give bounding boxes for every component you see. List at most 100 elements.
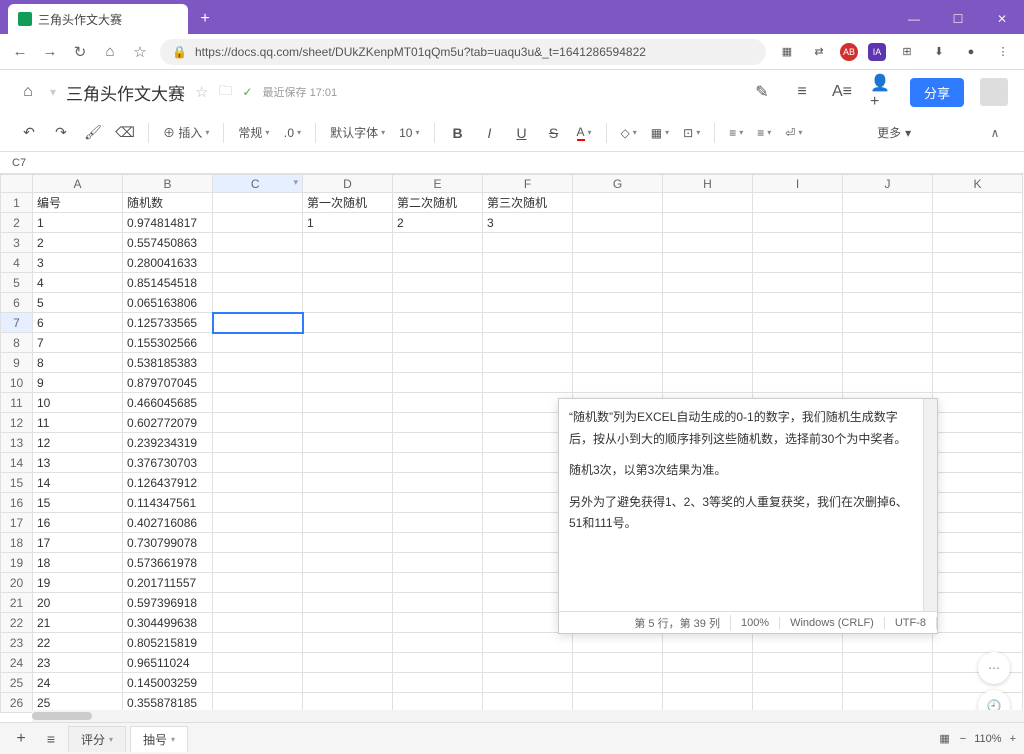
cell-F3[interactable]: [483, 233, 573, 253]
cell-E9[interactable]: [393, 353, 483, 373]
cell-C13[interactable]: [213, 433, 303, 453]
column-header-F[interactable]: F: [483, 175, 573, 193]
cell-D11[interactable]: [303, 393, 393, 413]
cell-K1[interactable]: [933, 193, 1023, 213]
cell-J6[interactable]: [843, 293, 933, 313]
cell-C15[interactable]: [213, 473, 303, 493]
extension-ab-icon[interactable]: AB: [840, 43, 858, 61]
cell-A8[interactable]: 7: [33, 333, 123, 353]
row-header[interactable]: 25: [1, 673, 33, 693]
row-header[interactable]: 8: [1, 333, 33, 353]
zoom-value[interactable]: 110%: [974, 733, 1001, 745]
cell-G1[interactable]: [573, 193, 663, 213]
cell-G6[interactable]: [573, 293, 663, 313]
cell-D2[interactable]: 1: [303, 213, 393, 233]
cell-F6[interactable]: [483, 293, 573, 313]
cell-K25[interactable]: [933, 673, 1023, 693]
cell-H7[interactable]: [663, 313, 753, 333]
cell-F5[interactable]: [483, 273, 573, 293]
cell-D17[interactable]: [303, 513, 393, 533]
apps-grid-icon[interactable]: ⊞: [896, 41, 918, 63]
cell-D13[interactable]: [303, 433, 393, 453]
cell-F8[interactable]: [483, 333, 573, 353]
wrap-dropdown[interactable]: ⏎▾: [781, 126, 806, 140]
cell-E24[interactable]: [393, 653, 483, 673]
cell-B25[interactable]: 0.145003259: [123, 673, 213, 693]
back-button[interactable]: ←: [10, 42, 30, 62]
row-header[interactable]: 2: [1, 213, 33, 233]
cell-G8[interactable]: [573, 333, 663, 353]
cell-K23[interactable]: [933, 633, 1023, 653]
cell-H24[interactable]: [663, 653, 753, 673]
cell-D5[interactable]: [303, 273, 393, 293]
cell-J23[interactable]: [843, 633, 933, 653]
cell-A19[interactable]: 18: [33, 553, 123, 573]
cell-E2[interactable]: 2: [393, 213, 483, 233]
cell-E25[interactable]: [393, 673, 483, 693]
cell-C5[interactable]: [213, 273, 303, 293]
cell-I7[interactable]: [753, 313, 843, 333]
cell-I25[interactable]: [753, 673, 843, 693]
cell-K9[interactable]: [933, 353, 1023, 373]
cell-C20[interactable]: [213, 573, 303, 593]
cell-I5[interactable]: [753, 273, 843, 293]
cell-I10[interactable]: [753, 373, 843, 393]
cell-E16[interactable]: [393, 493, 483, 513]
bookmark-button[interactable]: ☆: [130, 42, 150, 62]
column-header-B[interactable]: B: [123, 175, 213, 193]
qr-icon[interactable]: ▦: [776, 41, 798, 63]
cell-K4[interactable]: [933, 253, 1023, 273]
cell-H4[interactable]: [663, 253, 753, 273]
column-header-H[interactable]: H: [663, 175, 753, 193]
cell-J7[interactable]: [843, 313, 933, 333]
sheet-tab-chouhao[interactable]: 抽号▾: [130, 726, 188, 752]
cell-D3[interactable]: [303, 233, 393, 253]
cell-B17[interactable]: 0.402716086: [123, 513, 213, 533]
cell-E23[interactable]: [393, 633, 483, 653]
cell-G24[interactable]: [573, 653, 663, 673]
cell-G25[interactable]: [573, 673, 663, 693]
cell-I1[interactable]: [753, 193, 843, 213]
edit-mode-icon[interactable]: ✎: [750, 80, 774, 104]
row-header[interactable]: 21: [1, 593, 33, 613]
cell-C4[interactable]: [213, 253, 303, 273]
row-header[interactable]: 17: [1, 513, 33, 533]
cell-A21[interactable]: 20: [33, 593, 123, 613]
fab-more-button[interactable]: ⋯: [978, 652, 1010, 684]
format-painter-button[interactable]: 🖌: [80, 120, 106, 146]
cell-G23[interactable]: [573, 633, 663, 653]
note-text-area[interactable]: “随机数”列为EXCEL自动生成的0-1的数字，我们随机生成数字后，按从小到大的…: [559, 399, 923, 611]
cell-B4[interactable]: 0.280041633: [123, 253, 213, 273]
cell-K12[interactable]: [933, 413, 1023, 433]
row-header[interactable]: 23: [1, 633, 33, 653]
cell-E6[interactable]: [393, 293, 483, 313]
cell-D1[interactable]: 第一次随机: [303, 193, 393, 213]
undo-button[interactable]: ↶: [16, 120, 42, 146]
clear-format-button[interactable]: ⌫: [112, 120, 138, 146]
horizontal-scrollbar[interactable]: [32, 710, 1024, 722]
italic-button[interactable]: I: [477, 120, 503, 146]
cell-J25[interactable]: [843, 673, 933, 693]
zoom-out-button[interactable]: −: [960, 733, 966, 745]
row-header[interactable]: 7: [1, 313, 33, 333]
grid-view-icon[interactable]: ▦: [939, 732, 949, 745]
cell-E20[interactable]: [393, 573, 483, 593]
cell-I6[interactable]: [753, 293, 843, 313]
row-header[interactable]: 11: [1, 393, 33, 413]
cell-A15[interactable]: 14: [33, 473, 123, 493]
cell-K21[interactable]: [933, 593, 1023, 613]
insert-dropdown[interactable]: ⊕ 插入▾: [159, 124, 213, 141]
cell-A13[interactable]: 12: [33, 433, 123, 453]
cell-E22[interactable]: [393, 613, 483, 633]
cell-J3[interactable]: [843, 233, 933, 253]
cell-A5[interactable]: 4: [33, 273, 123, 293]
new-tab-button[interactable]: +: [192, 6, 218, 32]
cell-E1[interactable]: 第二次随机: [393, 193, 483, 213]
cell-A22[interactable]: 21: [33, 613, 123, 633]
cell-D19[interactable]: [303, 553, 393, 573]
user-avatar[interactable]: [980, 78, 1008, 106]
cell-F2[interactable]: 3: [483, 213, 573, 233]
row-header[interactable]: 16: [1, 493, 33, 513]
cell-K11[interactable]: [933, 393, 1023, 413]
cell-C8[interactable]: [213, 333, 303, 353]
